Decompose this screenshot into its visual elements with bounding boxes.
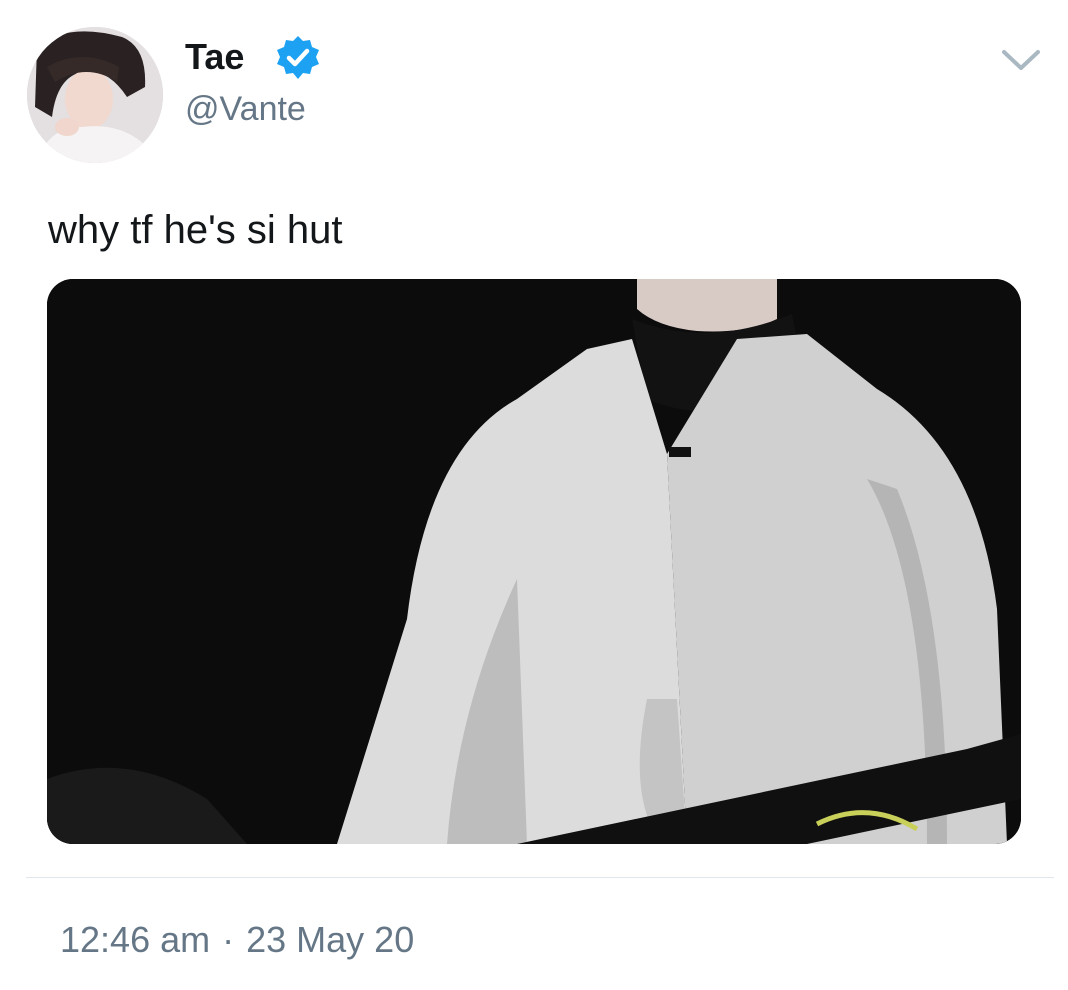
tweet-timestamp[interactable]: 12:46 am · 23 May 20: [60, 918, 414, 962]
tweet-date: 23 May 20: [246, 919, 415, 960]
chevron-down-icon[interactable]: [998, 42, 1044, 78]
avatar-photo: [27, 27, 163, 163]
verified-badge-icon: [277, 36, 319, 79]
media-photo: [47, 279, 1021, 844]
tweet-time: 12:46 am: [60, 919, 211, 960]
divider: [26, 877, 1054, 878]
tweet-text: why tf he's si hut: [48, 208, 343, 252]
separator-dot: ·: [222, 919, 235, 960]
user-handle[interactable]: @Vante: [185, 88, 306, 130]
profile-avatar[interactable]: [27, 27, 163, 163]
display-name[interactable]: Tae: [185, 36, 244, 78]
tweet-media-image[interactable]: [47, 279, 1021, 844]
